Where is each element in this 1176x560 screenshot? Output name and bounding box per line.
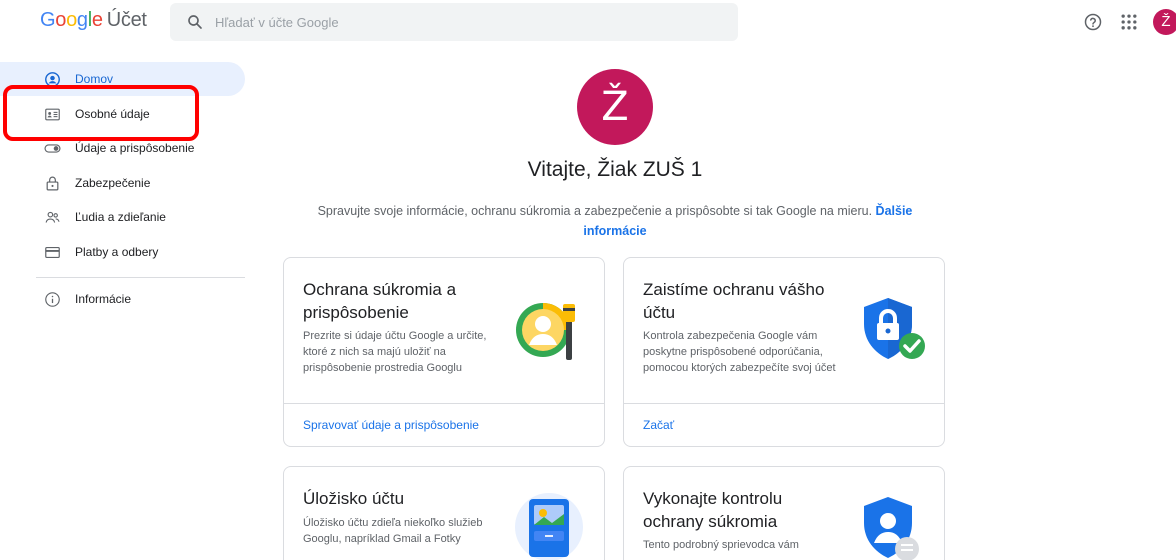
manage-data-link[interactable]: Spravovať údaje a prispôsobenie <box>303 418 479 432</box>
page-title: Vitajte, Žiak ZUŠ 1 <box>527 158 703 181</box>
privacy-checkup-card[interactable]: Vykonajte kontrolu ochrany súkromia Tent… <box>623 466 945 560</box>
sidebar-item-label: Zabezpečenie <box>75 176 151 190</box>
card-description: Tento podrobný sprievodca vám <box>643 539 799 551</box>
sidebar-item-security[interactable]: Zabezpečenie <box>0 166 245 200</box>
intro-text: Spravujte svoje informácie, ochranu súkr… <box>290 201 940 241</box>
logo-letter: g <box>76 9 88 31</box>
sidebar-item-label: Informácie <box>75 292 132 306</box>
card-description: Kontrola zabezpečenia Google vám poskytn… <box>643 330 836 374</box>
card-description: Prezrite si údaje účtu Google a určite, … <box>303 330 487 374</box>
sidebar-divider <box>36 277 245 278</box>
card-divider <box>284 403 604 404</box>
highlight-annotation <box>3 85 199 141</box>
logo-letter: G <box>40 9 56 31</box>
sidebar-item-label: Domov <box>75 72 114 86</box>
card-title: Vykonajte kontrolu ochrany súkromia <box>643 489 783 531</box>
logo-letter: o <box>55 9 67 31</box>
search-icon[interactable] <box>186 13 204 31</box>
top-bar: Google Účet Hľadať v účte Google Ž <box>0 0 1176 44</box>
sidebar-item-about[interactable]: Informácie <box>0 282 245 316</box>
card-divider <box>624 403 944 404</box>
privacy-checkup-icon <box>864 497 919 560</box>
card-title: Ochrana súkromia a prispôsobenie <box>303 280 457 322</box>
card-title: Úložisko účtu <box>303 489 405 508</box>
sidebar-item-people-sharing[interactable]: Ľudia a zdieľanie <box>0 200 245 234</box>
search-input[interactable]: Hľadať v účte Google <box>215 15 339 30</box>
help-icon[interactable] <box>1083 12 1103 32</box>
card-title: Zaistíme ochranu vášho účtu <box>643 280 825 322</box>
card-description: Úložisko účtu zdieľa niekoľko služieb Go… <box>303 517 483 545</box>
google-account-logo[interactable]: Google Účet <box>40 9 147 32</box>
lock-icon <box>46 176 59 191</box>
storage-illustration-icon <box>515 493 583 560</box>
storage-card[interactable]: Úložisko účtu Úložisko účtu zdieľa nieko… <box>283 466 605 560</box>
sidebar-item-label: Ľudia a zdieľanie <box>75 210 166 224</box>
security-card[interactable]: Zaistíme ochranu vášho účtu Kontrola zab… <box>623 257 945 447</box>
search-bar[interactable]: Hľadať v účte Google <box>170 3 738 41</box>
account-avatar[interactable]: Ž <box>1153 9 1176 35</box>
apps-grid-icon[interactable] <box>1119 12 1139 32</box>
privacy-illustration-icon <box>516 303 575 360</box>
intro-description: Spravujte svoje informácie, ochranu súkr… <box>317 204 873 218</box>
sidebar-item-label: Platby a odbery <box>75 245 159 259</box>
people-icon <box>45 211 60 223</box>
profile-avatar[interactable]: Ž <box>577 69 653 145</box>
sidebar-item-label: Údaje a prispôsobenie <box>75 141 195 155</box>
logo-letter: o <box>66 9 77 31</box>
product-name: Účet <box>106 9 147 31</box>
get-started-link[interactable]: Začať <box>643 418 674 432</box>
logo-letter: e <box>91 9 103 31</box>
info-icon <box>45 292 60 307</box>
toggle-icon <box>44 144 61 153</box>
privacy-card[interactable]: Ochrana súkromia a prispôsobenie Prezrit… <box>283 257 605 447</box>
credit-card-icon <box>45 246 60 259</box>
security-shield-icon <box>864 298 925 359</box>
sidebar-item-payments[interactable]: Platby a odbery <box>0 235 245 269</box>
